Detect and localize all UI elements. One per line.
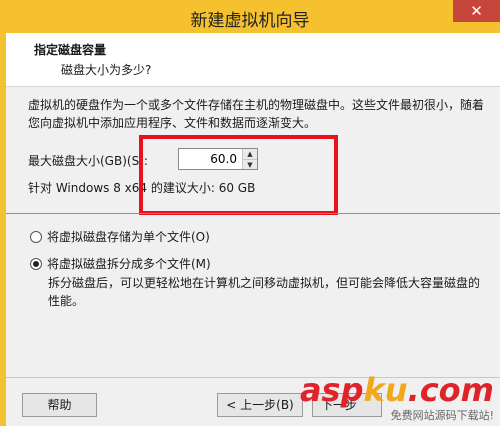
max-size-label: 最大磁盘大小(GB)(S): (28, 154, 148, 168)
radio-split-file[interactable] (30, 257, 42, 270)
single-file-option[interactable]: 将虚拟磁盘存储为单个文件(O) (30, 228, 210, 245)
close-button[interactable]: ✕ (453, 0, 500, 22)
window-title: 新建虚拟机向导 (190, 11, 310, 31)
help-button[interactable]: 帮助 (22, 393, 97, 417)
watermark-logo: aspku.com (299, 371, 494, 409)
highlight-box (139, 135, 338, 215)
wizard-header: 指定磁盘容量 磁盘大小为多少? (6, 33, 500, 87)
split-file-label: 将虚拟磁盘拆分成多个文件(M) (47, 257, 211, 271)
annotation-line (6, 213, 500, 214)
disk-description: 虚拟机的硬盘作为一个或多个文件存储在主机的物理磁盘中。这些文件最初很小，随着您向… (28, 98, 485, 130)
header-subtitle: 磁盘大小为多少? (61, 63, 152, 77)
split-description: 拆分磁盘后，可以更轻松地在计算机之间移动虚拟机，但可能会降低大容量磁盘的性能。 (48, 276, 481, 308)
watermark-tagline: 免费网站源码下载站! (390, 409, 494, 422)
watermark: aspku.com 免费网站源码下载站! (300, 373, 494, 423)
back-button[interactable]: < 上一步(B) (217, 393, 303, 417)
radio-single-file[interactable] (30, 230, 42, 243)
title-bar: 新建虚拟机向导 ✕ (0, 0, 500, 33)
split-file-option[interactable]: 将虚拟磁盘拆分成多个文件(M) (30, 255, 211, 272)
single-file-label: 将虚拟磁盘存储为单个文件(O) (47, 230, 210, 244)
header-title: 指定磁盘容量 (34, 43, 107, 57)
